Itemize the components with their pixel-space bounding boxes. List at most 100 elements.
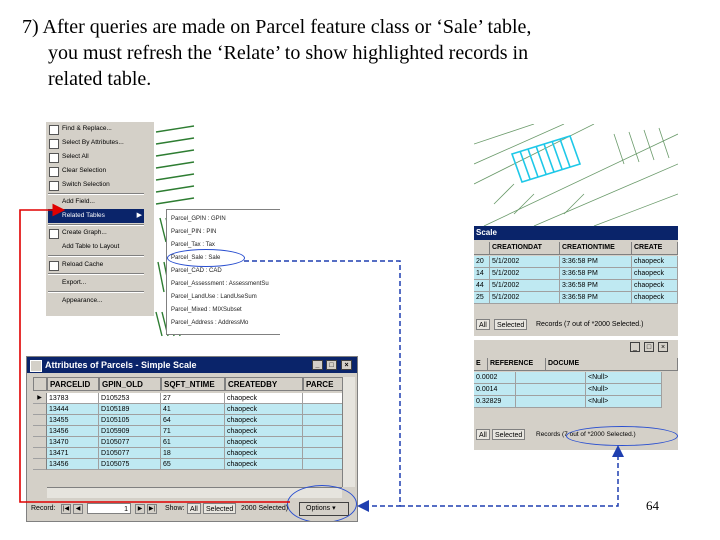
table-cell: 13444 [47, 404, 99, 415]
previous-record-icon[interactable]: ◀ [73, 504, 83, 514]
show-all-button[interactable]: All [476, 429, 490, 440]
show-selected-button[interactable]: Selected [494, 319, 528, 330]
table-cell: 0.32829 [474, 396, 516, 408]
table-cell: D105189 [99, 404, 161, 415]
attributes-title-bar: Attributes of Parcels - Simple Scale _ □… [27, 357, 357, 373]
column-header[interactable]: GPIN_OLD [99, 377, 161, 391]
column-header-stub [474, 242, 490, 254]
row-selector[interactable] [33, 415, 47, 426]
submenu-item[interactable]: Parcel_Address : AddressMo [171, 316, 248, 330]
table-cell: 3:36:58 PM [560, 268, 632, 280]
column-header[interactable]: CREATIONDAT [490, 242, 560, 254]
column-header[interactable]: REFERENCE [488, 358, 546, 370]
table-cell: chaopeck [632, 268, 678, 280]
table-status-bar: All Selected Records (7 out of *2000 Sel… [474, 318, 678, 332]
table-cell [516, 372, 586, 384]
clear-icon [49, 167, 59, 177]
menu-item-clear-selection[interactable]: Clear Selection [48, 164, 144, 178]
table-cell: D105909 [99, 426, 161, 437]
menu-item-label: Add Field... [62, 198, 95, 205]
menu-item-export[interactable]: Export... [48, 276, 144, 290]
menu-item-switch-selection[interactable]: Switch Selection [48, 178, 144, 192]
column-header[interactable]: CREATIONTIME [560, 242, 632, 254]
submenu-item[interactable]: Parcel_Mixed : MIXSubset [171, 303, 242, 317]
show-selected-button[interactable]: Selected [203, 503, 237, 514]
current-row-arrow-icon[interactable]: ▶ [33, 393, 47, 404]
title-line-2: you must refresh the ‘Relate’ to show hi… [48, 42, 529, 64]
column-header[interactable]: CREATE [632, 242, 678, 254]
table-cell [303, 426, 343, 437]
blue-dashed-connector-right [400, 445, 624, 507]
submenu-item[interactable]: Parcel_PIN : PIN [171, 225, 216, 239]
table-cell: 27 [161, 393, 225, 404]
table-cell: 65 [161, 459, 225, 470]
menu-item-find-replace[interactable]: Find & Replace... [48, 122, 144, 136]
minimize-icon[interactable]: _ [630, 342, 640, 352]
menu-separator [48, 273, 144, 275]
last-record-icon[interactable]: ▶| [147, 504, 157, 514]
menu-item-label: Add Table to Layout [62, 243, 120, 250]
menu-item-create-graph[interactable]: Create Graph... [48, 226, 144, 240]
minimize-icon[interactable]: _ [312, 360, 323, 370]
row-selector[interactable] [33, 437, 47, 448]
column-header[interactable]: CREATEDBY [225, 377, 303, 391]
menu-item-label: Create Graph... [62, 229, 107, 236]
submenu-item[interactable]: Parcel_GPIN : GPIN [171, 212, 226, 226]
window-title: Attributes of Parcels - Simple Scale [45, 360, 197, 370]
menu-item-related-tables[interactable]: Related Tables ▶ [48, 209, 144, 223]
row-selector[interactable] [33, 426, 47, 437]
table-cell: 5/1/2002 [490, 292, 560, 304]
slide-title: 7) After queries are made on Parcel feat… [22, 14, 682, 92]
table-cell: 0.0014 [474, 384, 516, 396]
map-scrollbar[interactable] [148, 122, 154, 316]
show-selected-button[interactable]: Selected [492, 429, 526, 440]
menu-item-select-all[interactable]: Select All [48, 150, 144, 164]
reload-icon [49, 261, 59, 271]
table-cell [516, 396, 586, 408]
table-cell: 13456 [47, 426, 99, 437]
column-header[interactable]: DOCUME [546, 358, 678, 370]
maximize-icon[interactable]: □ [644, 342, 654, 352]
table-cell: 3:36:58 PM [560, 280, 632, 292]
column-header[interactable]: E [474, 358, 488, 370]
table-cell: 13471 [47, 448, 99, 459]
menu-item-reload-cache[interactable]: Reload Cache [48, 258, 144, 272]
table-cell: chaopeck [225, 448, 303, 459]
row-selector[interactable] [33, 404, 47, 415]
menu-item-add-field[interactable]: Add Field... [48, 195, 144, 209]
row-selector[interactable] [33, 459, 47, 470]
window-title: Scale [474, 226, 678, 240]
menu-item-select-by-attributes[interactable]: Select By Attributes... [48, 136, 144, 150]
close-icon[interactable]: × [658, 342, 668, 352]
table-cell [303, 404, 343, 415]
next-record-icon[interactable]: ▶ [135, 504, 145, 514]
menu-item-add-table-to-layout[interactable]: Add Table to Layout [48, 240, 144, 254]
record-number-input[interactable]: 1 [87, 503, 131, 514]
sale-highlight-oval [167, 249, 245, 267]
column-header[interactable]: SQFT_NTIME [161, 377, 225, 391]
menu-item-label: Switch Selection [62, 181, 110, 188]
table-cell: D105077 [99, 448, 161, 459]
maximize-icon[interactable]: □ [326, 360, 337, 370]
menu-item-appearance[interactable]: Appearance... [48, 294, 144, 308]
first-record-icon[interactable]: |◀ [61, 504, 71, 514]
column-header[interactable]: PARCE [303, 377, 343, 391]
table-cell: <Null> [586, 384, 662, 396]
close-icon[interactable]: × [341, 360, 352, 370]
table-cell [303, 415, 343, 426]
vertical-scrollbar[interactable] [342, 377, 355, 487]
show-all-button[interactable]: All [476, 319, 490, 330]
table-cell: 3:36:58 PM [560, 256, 632, 268]
table-cell: 13470 [47, 437, 99, 448]
submenu-item[interactable]: Parcel_Assessment : AssessmentSu [171, 277, 269, 291]
table-cell: 13783 [47, 393, 99, 404]
show-all-button[interactable]: All [187, 503, 201, 514]
menu-item-label: Reload Cache [62, 261, 104, 268]
submenu-item[interactable]: Parcel_LandUse : LandUseSum [171, 290, 257, 304]
table-cell: 20 [474, 256, 490, 268]
table-cell [303, 393, 343, 404]
table-cell [303, 459, 343, 470]
records-status: 2000 Selected) [241, 505, 289, 512]
column-header[interactable]: PARCELID [47, 377, 99, 391]
row-selector[interactable] [33, 448, 47, 459]
